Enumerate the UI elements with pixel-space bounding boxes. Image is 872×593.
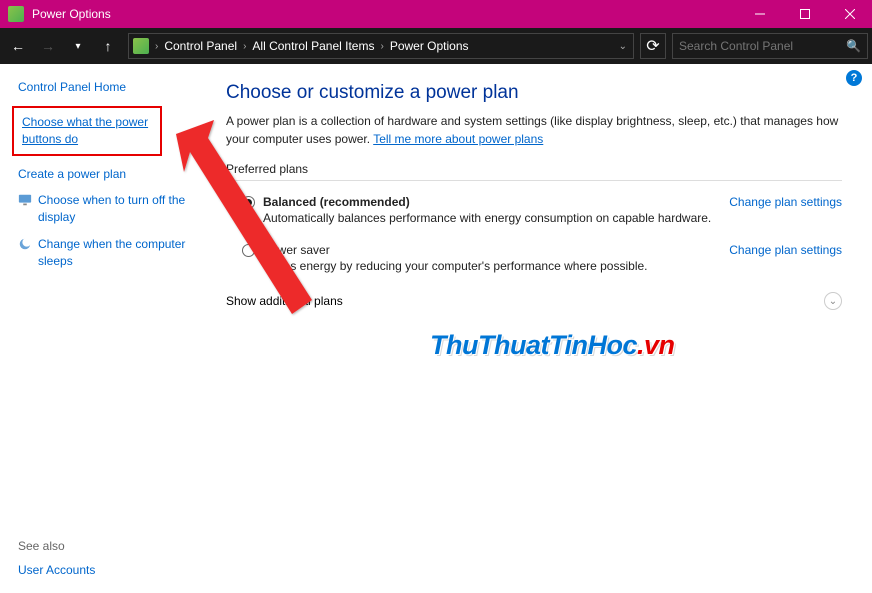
turn-off-display-link[interactable]: Choose when to turn off the display — [18, 192, 198, 226]
cp-home-link[interactable]: Control Panel Home — [18, 80, 198, 94]
chevron-icon[interactable]: › — [241, 41, 248, 52]
app-icon — [8, 6, 24, 22]
show-additional-plans[interactable]: Show additional plans ⌄ — [226, 287, 842, 314]
cp-icon — [133, 38, 149, 54]
plan-desc: Saves energy by reducing your computer's… — [263, 259, 729, 273]
choose-buttons-link[interactable]: Choose what the power buttons do — [22, 114, 152, 148]
plan-desc: Automatically balances performance with … — [263, 211, 729, 225]
minimize-button[interactable] — [737, 0, 782, 28]
plan-balanced: Balanced (recommended) Automatically bal… — [226, 191, 842, 239]
titlebar: Power Options — [0, 0, 872, 28]
page-description: A power plan is a collection of hardware… — [226, 112, 842, 148]
search-box[interactable]: 🔍 — [672, 33, 868, 59]
monitor-icon — [18, 193, 32, 207]
breadcrumb[interactable]: › Control Panel › All Control Panel Item… — [128, 33, 634, 59]
create-plan-link[interactable]: Create a power plan — [18, 166, 198, 183]
chevron-icon[interactable]: › — [378, 41, 385, 52]
learn-more-link[interactable]: Tell me more about power plans — [373, 132, 543, 146]
search-input[interactable] — [679, 39, 846, 53]
plan-name: Power saver — [263, 243, 729, 257]
user-accounts-link[interactable]: User Accounts — [18, 563, 95, 577]
page-heading: Choose or customize a power plan — [226, 82, 842, 104]
breadcrumb-seg[interactable]: Control Panel — [160, 39, 241, 53]
recent-dropdown[interactable]: ▾ — [64, 32, 92, 60]
navbar: ← → ▾ ↑ › Control Panel › All Control Pa… — [0, 28, 872, 64]
forward-button[interactable]: → — [34, 32, 62, 60]
plan-radio[interactable] — [242, 196, 255, 209]
plan-powersaver: Power saver Saves energy by reducing you… — [226, 239, 842, 287]
computer-sleeps-link[interactable]: Change when the computer sleeps — [18, 236, 198, 270]
window-title: Power Options — [32, 7, 737, 21]
maximize-button[interactable] — [782, 0, 827, 28]
see-also-label: See also — [18, 539, 65, 553]
change-settings-link[interactable]: Change plan settings — [729, 195, 842, 209]
plan-name: Balanced (recommended) — [263, 195, 729, 209]
breadcrumb-seg[interactable]: All Control Panel Items — [248, 39, 378, 53]
expand-icon[interactable]: ⌄ — [824, 292, 842, 310]
search-icon[interactable]: 🔍 — [846, 39, 861, 53]
plan-radio[interactable] — [242, 244, 255, 257]
highlight-annotation: Choose what the power buttons do — [12, 106, 162, 156]
sidebar: Control Panel Home Choose what the power… — [0, 64, 206, 593]
change-settings-link[interactable]: Change plan settings — [729, 243, 842, 257]
moon-icon — [18, 237, 32, 251]
history-dropdown[interactable]: ⌄ — [617, 41, 629, 52]
breadcrumb-seg[interactable]: Power Options — [386, 39, 473, 53]
watermark: ThuThuatTinHoc.vn — [430, 330, 675, 361]
refresh-button[interactable]: ⟳ — [640, 33, 666, 59]
preferred-plans-header: Preferred plans — [226, 162, 842, 181]
main-panel: Choose or customize a power plan A power… — [206, 64, 872, 593]
close-button[interactable] — [827, 0, 872, 28]
back-button[interactable]: ← — [4, 32, 32, 60]
up-button[interactable]: ↑ — [94, 32, 122, 60]
content: ? Control Panel Home Choose what the pow… — [0, 64, 872, 593]
chevron-icon[interactable]: › — [153, 41, 160, 52]
